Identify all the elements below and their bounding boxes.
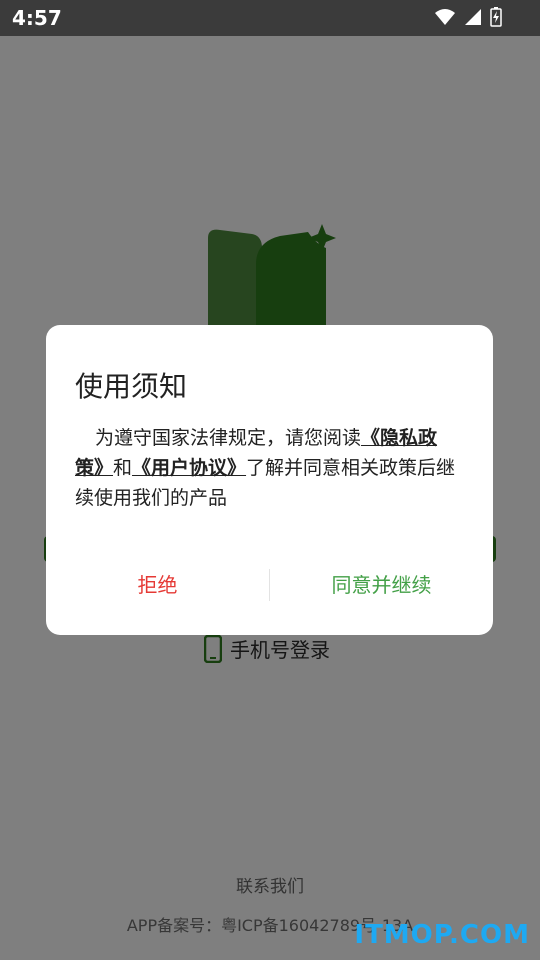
dialog-title: 使用须知 [75,370,188,403]
usage-notice-dialog: 使用须知 为遵守国家法律规定，请您阅读《隐私政策》和《用户协议》了解并同意相关政… [46,325,493,635]
dialog-body: 为遵守国家法律规定，请您阅读《隐私政策》和《用户协议》了解并同意相关政策后继续使… [75,423,465,513]
status-bar: 4:57 [0,0,540,36]
agree-continue-button[interactable]: 同意并继续 [270,561,493,609]
status-time: 4:57 [12,6,62,30]
reject-button[interactable]: 拒绝 [46,561,269,609]
user-agreement-link[interactable]: 《用户协议》 [132,457,246,479]
dialog-body-and: 和 [113,457,133,479]
site-watermark: ITMOP.COM [354,920,530,950]
wifi-icon [435,9,455,25]
dialog-body-prefix: 为遵守国家法律规定，请您阅读 [95,427,362,449]
dialog-actions: 拒绝 同意并继续 [46,561,493,609]
battery-charging-icon [490,7,502,27]
status-icons [434,7,502,27]
signal-icon [465,9,481,25]
